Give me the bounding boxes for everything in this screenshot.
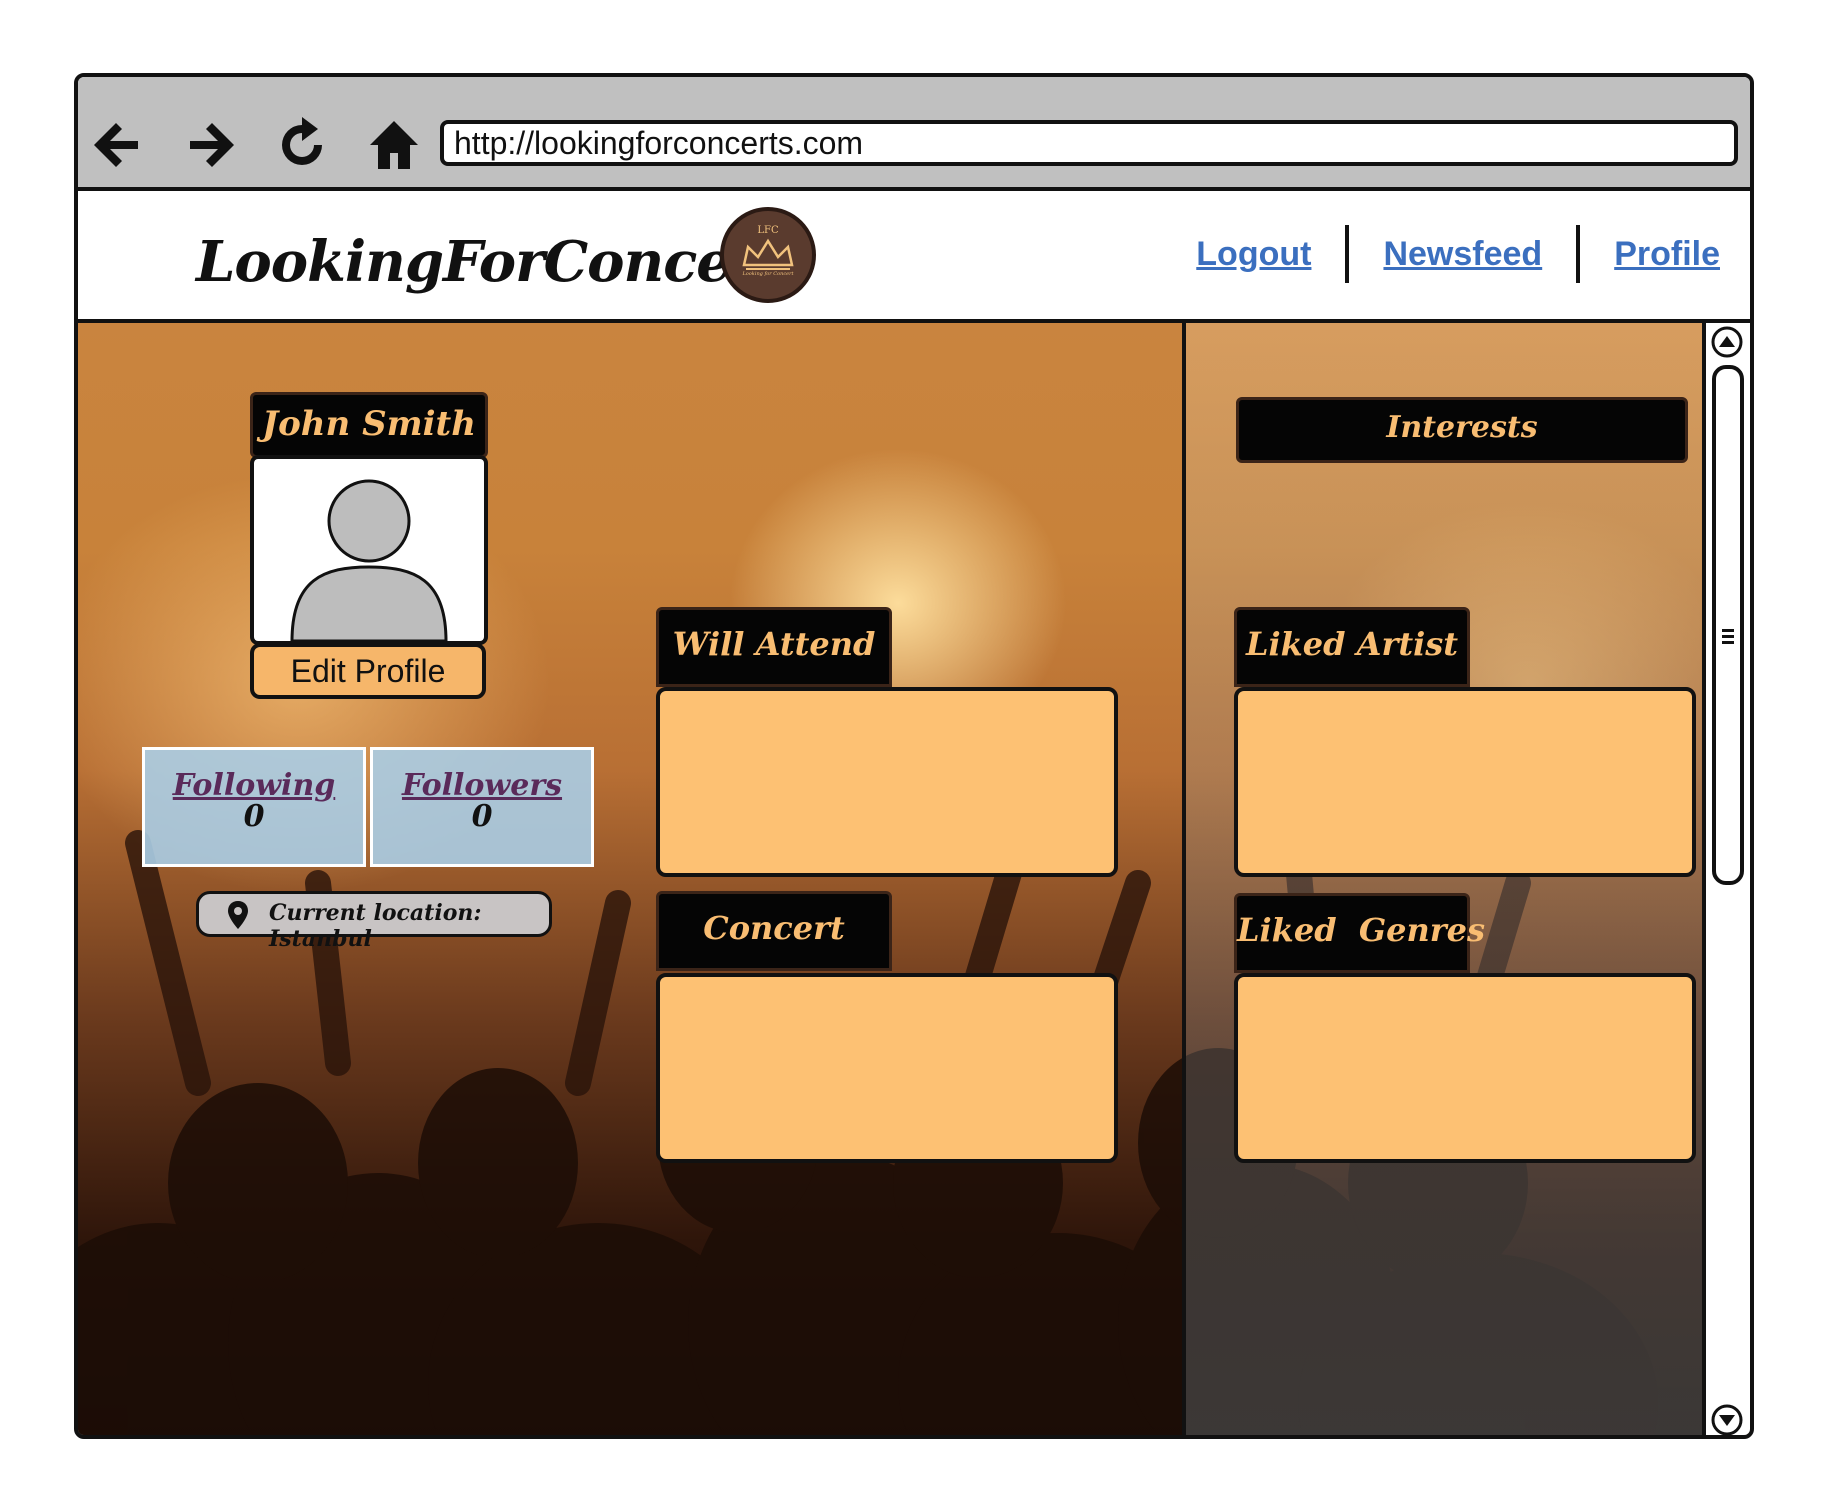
forward-arrow-icon[interactable]	[180, 115, 240, 175]
site-logo: LFC Looking for Concert	[720, 207, 816, 303]
following-count: 0	[243, 799, 265, 834]
will-attend-tab: Will Attend	[656, 607, 892, 687]
location-text: Current location: Istanbul	[269, 900, 482, 952]
interests-header: Interests	[1236, 397, 1688, 463]
profile-name: John Smith	[250, 392, 488, 458]
nav-logout-link[interactable]: Logout	[1196, 235, 1311, 274]
following-label[interactable]: Following	[145, 768, 363, 803]
profile-content: John Smith Edit Profile Following 0 Foll…	[78, 323, 1750, 1437]
vertical-scrollbar[interactable]	[1702, 323, 1750, 1437]
browser-toolbar: http://lookingforconcerts.com	[78, 77, 1750, 191]
logo-text: LFC	[757, 225, 779, 236]
concert-history-tab: Concert History	[656, 891, 892, 1015]
followers-label[interactable]: Followers	[373, 768, 591, 803]
scroll-down-icon[interactable]	[1710, 1403, 1744, 1437]
concert-history-panel	[656, 973, 1118, 1163]
reload-icon[interactable]	[272, 115, 332, 175]
liked-genres-tab: Liked Genres	[1234, 893, 1485, 973]
following-card[interactable]: Following 0	[142, 747, 366, 867]
home-icon[interactable]	[364, 115, 424, 175]
followers-count: 0	[471, 799, 493, 834]
liked-artist-panel	[1234, 687, 1696, 877]
followers-card[interactable]: Followers 0	[370, 747, 594, 867]
top-nav: Logout Newsfeed Profile	[1196, 225, 1720, 283]
url-input[interactable]: http://lookingforconcerts.com	[440, 120, 1738, 166]
scroll-grip-icon	[1722, 629, 1734, 647]
edit-profile-button[interactable]: Edit Profile	[250, 643, 486, 699]
scroll-up-icon[interactable]	[1710, 325, 1744, 359]
nav-newsfeed-link[interactable]: Newsfeed	[1383, 235, 1542, 274]
interests-panel	[1182, 323, 1722, 1435]
user-avatar-icon	[290, 479, 448, 641]
back-arrow-icon[interactable]	[88, 115, 148, 175]
browser-window: http://lookingforconcerts.com LookingFor…	[74, 73, 1754, 1439]
nav-divider	[1576, 225, 1581, 283]
map-pin-icon	[228, 901, 248, 929]
liked-genres-panel	[1234, 973, 1696, 1163]
location-badge: Current location: Istanbul	[196, 891, 552, 952]
liked-artist-tab: Liked Artist	[1234, 607, 1470, 687]
nav-profile-link[interactable]: Profile	[1614, 235, 1720, 274]
scroll-thumb[interactable]	[1712, 365, 1744, 885]
will-attend-panel	[656, 687, 1118, 877]
nav-divider	[1345, 225, 1350, 283]
avatar	[250, 455, 488, 645]
site-header: LookingForConcerts LFC Looking for Conce…	[78, 191, 1750, 323]
logo-subtext: Looking for Concert	[742, 271, 794, 277]
